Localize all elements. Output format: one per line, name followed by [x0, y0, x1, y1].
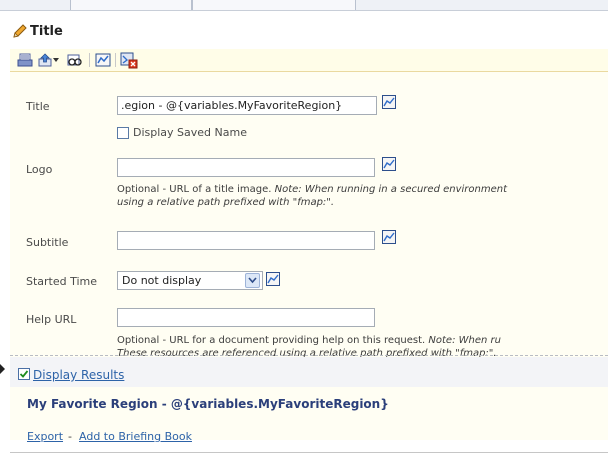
logo-help-text-line2: using a relative path prefixed with "fma…	[117, 197, 334, 209]
help-url-help-note: Note: When ru	[428, 335, 501, 346]
started-time-value: Do not display	[122, 274, 202, 287]
variable-icon[interactable]	[266, 272, 280, 286]
help-url-label: Help URL	[26, 313, 77, 326]
section-header: Title	[0, 14, 608, 48]
tab-strip	[0, 0, 608, 11]
logo-label: Logo	[26, 163, 53, 176]
subtitle-label: Subtitle	[26, 236, 69, 249]
section-divider	[10, 355, 608, 356]
started-time-select[interactable]: Do not display	[117, 271, 263, 290]
result-title: My Favorite Region - @{variables.MyFavor…	[27, 397, 389, 411]
logo-input[interactable]	[117, 158, 375, 177]
preview-icon[interactable]	[66, 51, 84, 69]
help-url-help-plain: Optional - URL for a document providing …	[117, 335, 429, 346]
display-saved-name-checkbox[interactable]	[117, 127, 129, 139]
variable-icon[interactable]	[382, 230, 396, 244]
display-results-checkbox[interactable]	[18, 368, 30, 380]
toolbar-separator	[89, 53, 90, 67]
title-label: Title	[26, 100, 50, 113]
display-saved-name-label[interactable]: Display Saved Name	[133, 126, 247, 139]
handle-icon[interactable]	[0, 364, 6, 377]
chevron-down-icon[interactable]	[245, 273, 260, 288]
logo-help-plain: Optional - URL of a title image.	[117, 184, 275, 195]
add-to-briefing-book-link[interactable]: Add to Briefing Book	[79, 430, 192, 443]
bottom-divider	[10, 452, 608, 453]
tab[interactable]	[70, 0, 192, 10]
export-link[interactable]: Export	[27, 430, 63, 443]
link-separator: -	[68, 430, 72, 443]
dropdown-arrow-icon[interactable]	[52, 51, 60, 69]
toolbar	[10, 49, 608, 72]
help-url-input[interactable]	[117, 308, 375, 327]
remove-variable-icon[interactable]	[120, 51, 138, 69]
logo-help-note: Note: When running in a secured environm…	[274, 184, 508, 195]
print-icon[interactable]	[16, 51, 34, 69]
started-time-label: Started Time	[26, 275, 98, 288]
tab[interactable]	[192, 0, 356, 10]
pencil-icon	[12, 23, 28, 42]
variable-icon[interactable]	[382, 157, 396, 171]
variable-icon[interactable]	[382, 95, 396, 109]
logo-help-note-2: using a relative path prefixed with "fma…	[117, 197, 335, 208]
checkmark-icon	[19, 370, 29, 378]
toolbar-separator	[115, 53, 116, 67]
insert-variable-icon[interactable]	[94, 51, 112, 69]
subtitle-input[interactable]	[117, 231, 375, 250]
help-url-help-text: Optional - URL for a document providing …	[117, 335, 501, 347]
section-title: Title	[30, 24, 63, 39]
logo-help-text: Optional - URL of a title image. Note: W…	[117, 184, 507, 196]
display-results-link[interactable]: Display Results	[33, 368, 124, 382]
title-input[interactable]: .egion - @{variables.MyFavoriteRegion}	[117, 96, 377, 115]
